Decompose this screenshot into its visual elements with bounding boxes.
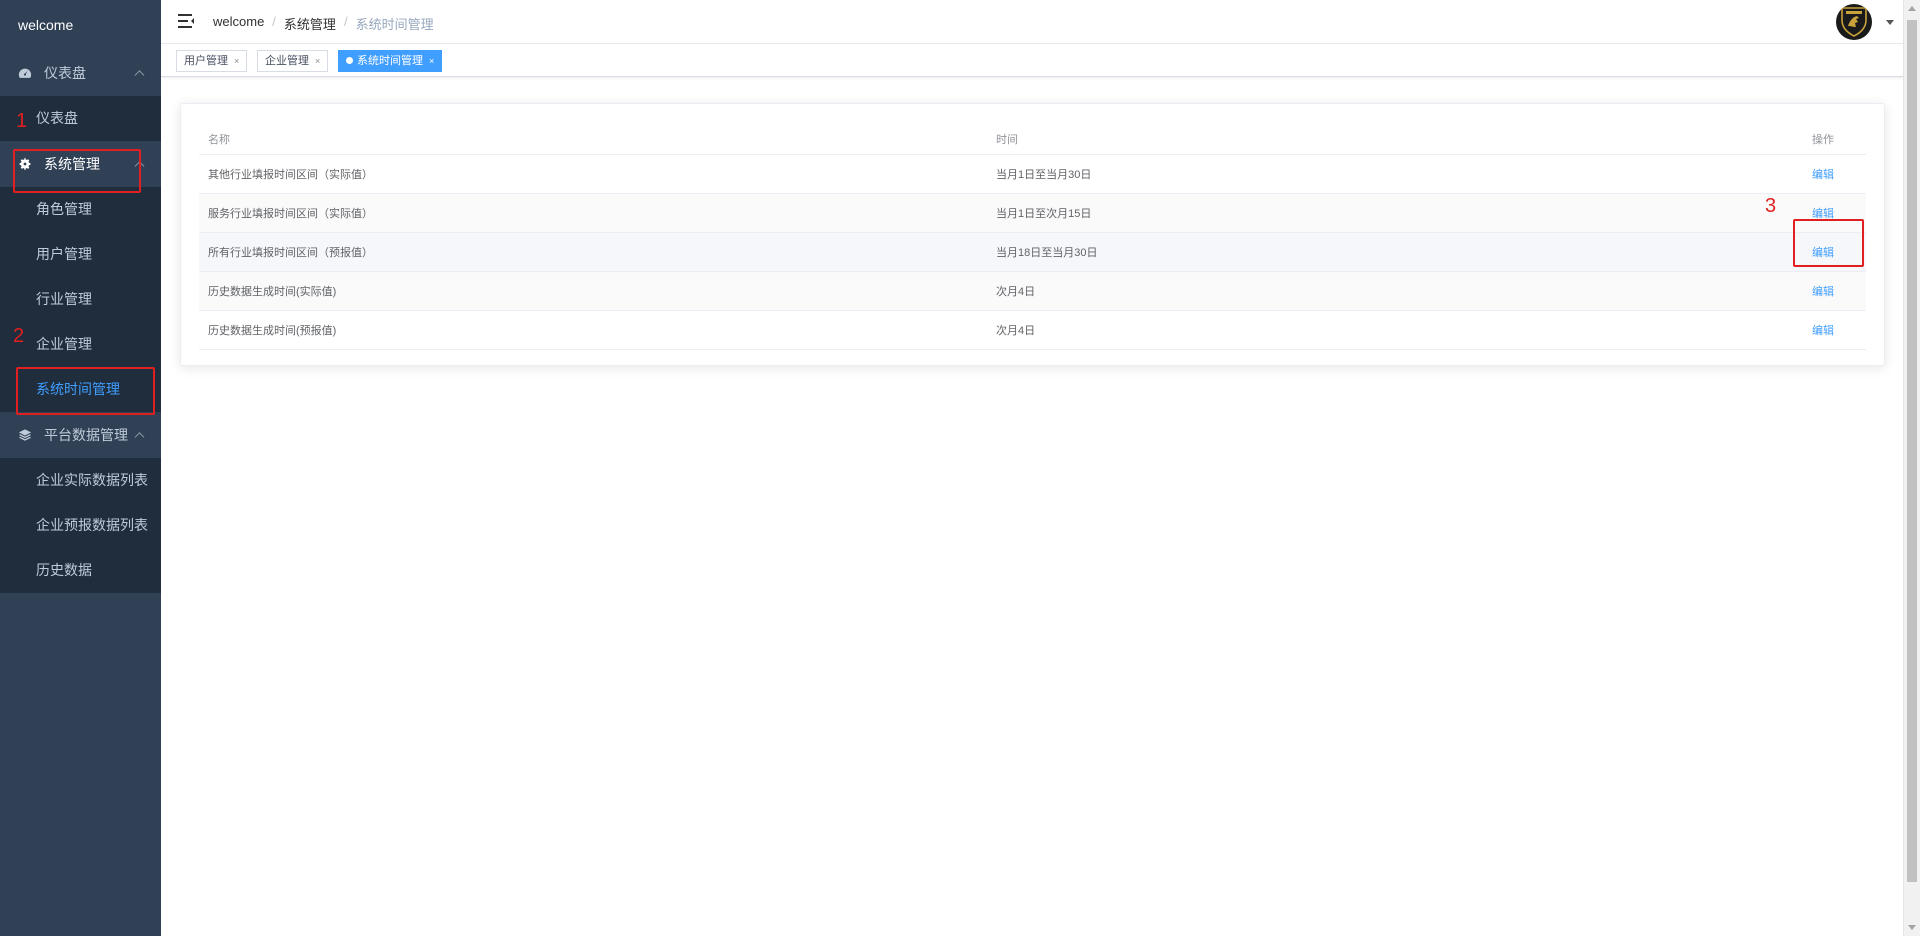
table-row: 所有行业填报时间区间（预报值） 当月18日至当月30日 编辑 bbox=[199, 232, 1866, 272]
table-row: 历史数据生成时间(预报值) 次月4日 编辑 bbox=[199, 310, 1866, 350]
tag-label: 用户管理 bbox=[184, 55, 228, 67]
sidebar-group-system[interactable]: 系统管理 bbox=[0, 141, 161, 187]
chevron-up-icon bbox=[134, 432, 145, 443]
content-card: 名称 时间 操作 其他行业填报时间区间（实际值） 当月1日至当月30日 编辑 服… bbox=[180, 103, 1885, 366]
table-row: 历史数据生成时间(实际值) 次月4日 编辑 bbox=[199, 271, 1866, 311]
cell-name: 历史数据生成时间(预报值) bbox=[199, 310, 987, 350]
sidebar-item-system-time[interactable]: 系统时间管理 bbox=[0, 367, 161, 412]
column-header-name: 名称 bbox=[199, 124, 987, 155]
hamburger-icon[interactable] bbox=[178, 14, 194, 28]
avatar[interactable] bbox=[1836, 4, 1872, 40]
column-header-time: 时间 bbox=[987, 124, 1803, 155]
cell-time: 次月4日 bbox=[987, 271, 1803, 311]
submenu-system: 角色管理 用户管理 行业管理 企业管理 系统时间管理 bbox=[0, 187, 161, 412]
cell-name: 历史数据生成时间(实际值) bbox=[199, 271, 987, 311]
sidebar-item-companies[interactable]: 企业管理 bbox=[0, 322, 161, 367]
navbar: welcome / 系统管理 / 系统时间管理 bbox=[161, 0, 1920, 44]
annotation-label-3: 3 bbox=[1765, 195, 1777, 217]
submenu-platform-data: 企业实际数据列表 企业预报数据列表 历史数据 bbox=[0, 458, 161, 593]
close-icon[interactable]: × bbox=[315, 56, 320, 66]
chevron-up-icon bbox=[134, 70, 145, 81]
gear-icon bbox=[18, 157, 32, 171]
sidebar-item-roles[interactable]: 角色管理 bbox=[0, 187, 161, 232]
edit-button[interactable]: 编辑 bbox=[1812, 208, 1834, 220]
sidebar-group-label: 平台数据管理 bbox=[44, 427, 128, 443]
cell-time: 当月18日至当月30日 bbox=[987, 232, 1803, 272]
sidebar: welcome 仪表盘 仪表盘 系统管理 角色管理 用户管理 行业管理 企业管理… bbox=[0, 0, 161, 936]
caret-down-icon[interactable] bbox=[1886, 20, 1894, 25]
sidebar-item-history-data[interactable]: 历史数据 bbox=[0, 548, 161, 593]
edit-button[interactable]: 编辑 bbox=[1812, 169, 1834, 181]
table-row: 服务行业填报时间区间（实际值） 当月1日至次月15日 编辑 bbox=[199, 193, 1866, 233]
cell-name: 所有行业填报时间区间（预报值） bbox=[199, 232, 987, 272]
scroll-up-icon[interactable] bbox=[1908, 6, 1916, 11]
sidebar-group-label: 仪表盘 bbox=[44, 65, 86, 81]
cell-name: 其他行业填报时间区间（实际值） bbox=[199, 154, 987, 194]
system-time-table: 名称 时间 操作 其他行业填报时间区间（实际值） 当月1日至当月30日 编辑 服… bbox=[199, 124, 1866, 350]
annotation-label-1: 1 bbox=[16, 110, 28, 132]
cell-name: 服务行业填报时间区间（实际值） bbox=[199, 193, 987, 233]
sidebar-group-dashboard[interactable]: 仪表盘 bbox=[0, 50, 161, 96]
table-header-row: 名称 时间 操作 bbox=[199, 124, 1866, 155]
tag-companies[interactable]: 企业管理 × bbox=[257, 50, 329, 72]
tag-label: 企业管理 bbox=[265, 55, 309, 67]
edit-button[interactable]: 编辑 bbox=[1812, 325, 1834, 337]
sidebar-group-platform-data[interactable]: 平台数据管理 bbox=[0, 412, 161, 458]
breadcrumb: welcome / 系统管理 / 系统时间管理 bbox=[213, 14, 434, 33]
cell-time: 当月1日至当月30日 bbox=[987, 154, 1803, 194]
edit-button[interactable]: 编辑 bbox=[1812, 286, 1834, 298]
tag-label: 系统时间管理 bbox=[357, 55, 423, 67]
active-dot-icon bbox=[346, 56, 353, 64]
sidebar-item-users[interactable]: 用户管理 bbox=[0, 232, 161, 277]
close-icon[interactable]: × bbox=[429, 56, 434, 66]
edit-button[interactable]: 编辑 bbox=[1812, 247, 1834, 259]
layers-icon bbox=[18, 428, 32, 442]
breadcrumb-separator: / bbox=[272, 14, 276, 29]
sidebar-item-industries[interactable]: 行业管理 bbox=[0, 277, 161, 322]
sidebar-group-label: 系统管理 bbox=[44, 156, 100, 172]
table-row: 其他行业填报时间区间（实际值） 当月1日至当月30日 编辑 bbox=[199, 154, 1866, 194]
breadcrumb-separator: / bbox=[343, 14, 348, 29]
tags-view: 用户管理 × 企业管理 × 系统时间管理 × bbox=[161, 45, 1920, 77]
sidebar-logo[interactable]: welcome bbox=[0, 0, 161, 50]
column-header-action: 操作 bbox=[1803, 124, 1866, 155]
breadcrumb-item-system[interactable]: 系统管理 bbox=[284, 14, 336, 33]
dashboard-icon bbox=[18, 66, 32, 80]
annotation-label-2: 2 bbox=[13, 325, 25, 347]
tag-system-time[interactable]: 系统时间管理 × bbox=[338, 50, 443, 72]
breadcrumb-item-home[interactable]: welcome bbox=[213, 14, 264, 33]
sidebar-item-actual-data[interactable]: 企业实际数据列表 bbox=[0, 458, 161, 503]
cell-time: 次月4日 bbox=[987, 310, 1803, 350]
breadcrumb-item-current: 系统时间管理 bbox=[355, 17, 434, 32]
tag-users[interactable]: 用户管理 × bbox=[176, 50, 248, 72]
chevron-up-icon bbox=[134, 161, 145, 172]
shield-logo-icon bbox=[1841, 7, 1867, 37]
scroll-down-icon[interactable] bbox=[1908, 925, 1916, 930]
close-icon[interactable]: × bbox=[234, 56, 239, 66]
vertical-scrollbar[interactable] bbox=[1903, 0, 1920, 936]
cell-time: 当月1日至次月15日 bbox=[987, 193, 1803, 233]
scroll-thumb[interactable] bbox=[1907, 20, 1917, 882]
sidebar-item-forecast-data[interactable]: 企业预报数据列表 bbox=[0, 503, 161, 548]
